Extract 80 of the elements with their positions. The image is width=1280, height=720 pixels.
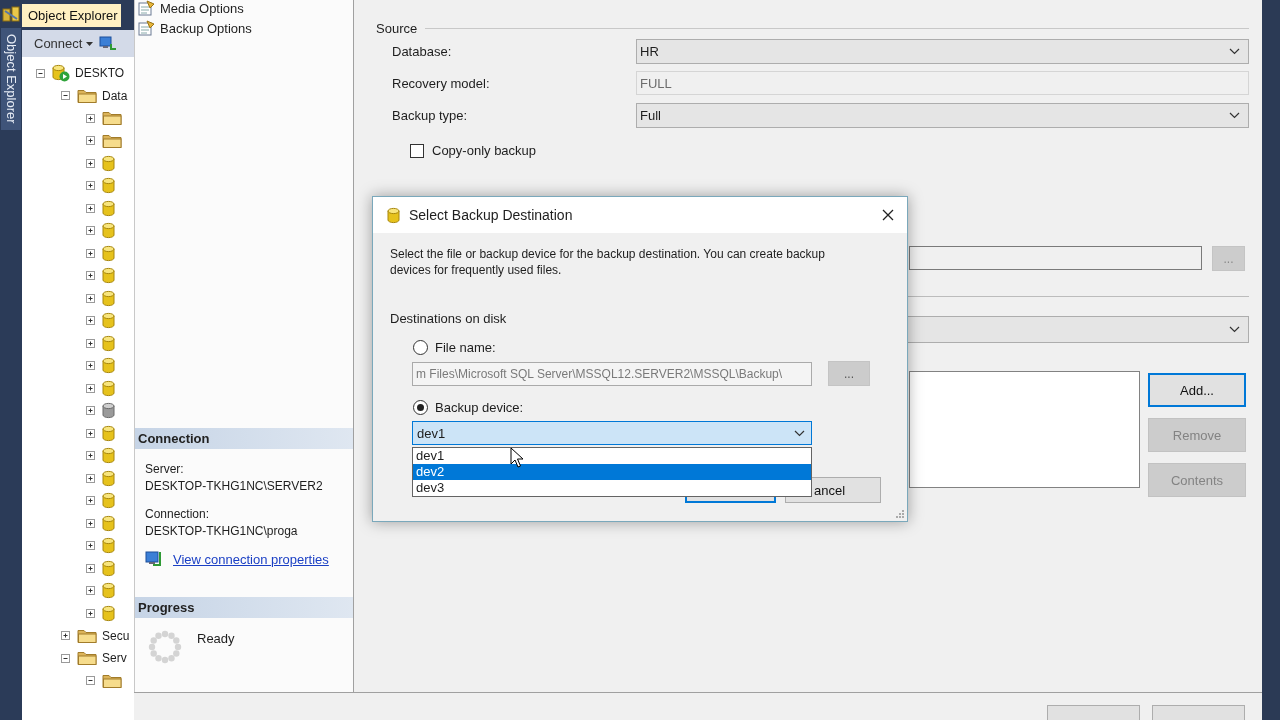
database-icon <box>102 154 115 172</box>
status-text: Ready <box>197 631 235 646</box>
server-icon <box>52 64 70 83</box>
folder-icon <box>102 132 122 149</box>
database-icon <box>102 289 115 307</box>
browse-button[interactable]: ... <box>828 361 870 386</box>
tree-item[interactable]: Serv <box>102 651 127 666</box>
database-icon <box>102 559 115 577</box>
dropdown[interactable]: Full <box>636 102 1249 128</box>
text-field[interactable] <box>909 246 1202 270</box>
path-field[interactable]: m Files\Microsoft SQL Server\MSSQL12.SERVER2\MSSQL\Backup\ <box>412 361 812 386</box>
connection-icon <box>99 35 118 52</box>
description-text: Select the file or backup device for the backup destination. You can create backup devices for frequently used files. <box>390 246 826 278</box>
database-icon <box>102 604 115 622</box>
device-dropdown[interactable]: dev1 <box>412 421 812 445</box>
database-icon <box>102 447 115 465</box>
database-icon <box>102 424 115 442</box>
folder-icon <box>77 87 97 104</box>
chevron-down-icon <box>1229 47 1240 55</box>
object-explorer-tab[interactable]: Object Explorer <box>1 28 21 130</box>
chevron-down-icon <box>1229 326 1240 333</box>
database-icon <box>102 334 115 352</box>
database-icon <box>102 379 115 397</box>
list-option[interactable]: dev1 <box>413 448 811 464</box>
page-item[interactable]: Backup Options <box>160 20 252 36</box>
connection-name: DESKTOP-TKHG1NC\proga <box>145 523 299 540</box>
group-label: Destinations on disk <box>390 311 508 326</box>
server-name: DESKTOP-TKHG1NC\SERVER2 <box>145 478 324 495</box>
view-connection-link[interactable]: View connection properties <box>173 551 329 567</box>
resize-grip-icon <box>896 510 904 518</box>
folder-icon <box>102 672 122 689</box>
spinner-icon <box>147 629 183 665</box>
list-option[interactable]: dev2 <box>413 464 811 480</box>
chevron-down-icon <box>794 429 805 437</box>
checkbox[interactable] <box>410 143 424 158</box>
database-icon <box>102 402 115 420</box>
database-icon <box>102 537 115 555</box>
connection-label: Connection: <box>145 506 211 523</box>
dropdown[interactable]: HR <box>636 38 1249 64</box>
radio-button[interactable] <box>413 400 428 415</box>
tree-item[interactable]: Data <box>102 88 128 103</box>
database-icon <box>102 312 115 330</box>
database-icon <box>387 206 400 224</box>
database-icon <box>102 582 115 600</box>
app-icon <box>2 5 20 23</box>
database-icon <box>102 199 115 217</box>
chevron-down-icon <box>1229 111 1240 119</box>
tree-item[interactable]: Secu <box>102 628 130 643</box>
database-icon <box>102 244 115 262</box>
database-icon <box>102 222 115 240</box>
section-header: Progress <box>135 597 353 618</box>
checkbox-label: Copy-only backup <box>432 143 537 158</box>
field-label: Backup type: <box>392 107 469 123</box>
list-box[interactable] <box>909 371 1140 488</box>
section-header: Connection <box>135 428 353 449</box>
readonly-field: FULL <box>636 71 1249 95</box>
folder-icon <box>77 650 97 667</box>
caret-icon <box>86 41 94 46</box>
server-label: Server: <box>145 461 185 478</box>
tree-item[interactable]: DESKTO <box>75 66 125 81</box>
field-label: Recovery model: <box>392 75 491 91</box>
field-label: Database: <box>392 43 453 59</box>
page-icon <box>138 20 156 36</box>
database-icon <box>102 177 115 195</box>
radio-label: Backup device: <box>435 400 524 415</box>
folder-icon <box>102 110 122 127</box>
group-title: Source <box>376 20 418 36</box>
radio-label: File name: <box>435 340 496 355</box>
dialog-title: Select Backup Destination <box>409 207 573 223</box>
folder-icon <box>77 627 97 644</box>
dialog-button[interactable]: Add... <box>1148 373 1246 407</box>
database-icon <box>102 514 115 532</box>
database-icon <box>102 357 115 375</box>
database-icon <box>102 469 115 487</box>
database-icon <box>102 492 115 510</box>
close-icon <box>882 209 894 221</box>
panel-tab[interactable]: Object Explorer <box>22 4 121 27</box>
database-icon <box>102 267 115 285</box>
radio-button[interactable] <box>413 340 428 355</box>
page-item[interactable]: Media Options <box>160 0 244 16</box>
